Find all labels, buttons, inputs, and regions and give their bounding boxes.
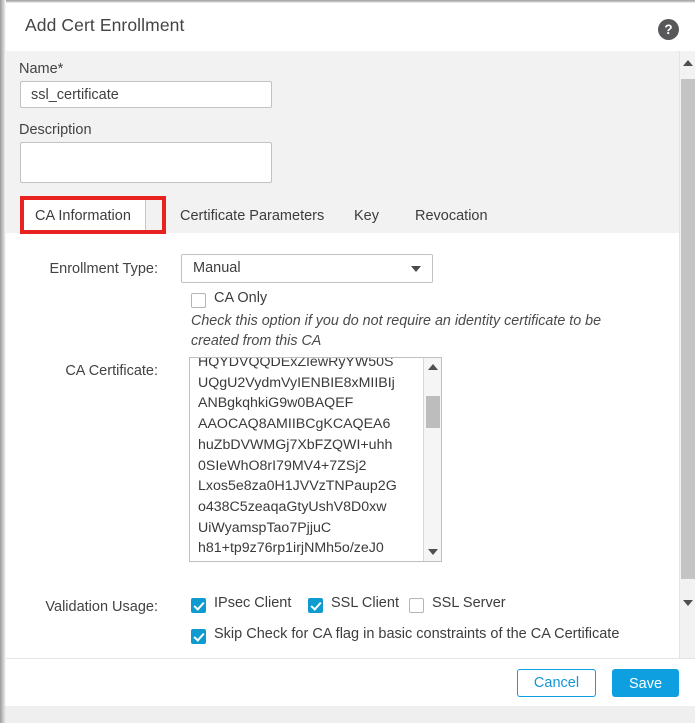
validation-ssl-client-checkbox[interactable] (308, 598, 323, 613)
ca-information-panel: Enrollment Type: Manual CA Only Check th… (6, 233, 679, 658)
save-button[interactable]: Save (612, 669, 679, 697)
ca-certificate-label: CA Certificate: (65, 363, 158, 379)
scroll-down-icon[interactable] (428, 549, 438, 555)
description-input[interactable] (20, 142, 272, 183)
ca-only-hint: Check this option if you do not require … (191, 313, 602, 349)
dialog-scrollbar[interactable] (679, 51, 695, 658)
enrollment-type-label: Enrollment Type: (49, 261, 158, 277)
ca-only-label: CA Only (214, 290, 268, 306)
description-label: Description (19, 122, 92, 138)
validation-ipsec-client-label: IPsec Client (214, 595, 292, 611)
validation-ipsec-client-checkbox[interactable] (191, 598, 206, 613)
page-bottom-left-edge (0, 706, 6, 723)
ca-only-checkbox[interactable] (191, 293, 206, 308)
page-bottom-area (0, 706, 695, 723)
validation-ssl-client-label: SSL Client (331, 595, 399, 611)
ca-certificate-text: HQYDVQQDExZIewRyYW50S UQgU2VydmVyIENBIE8… (198, 357, 397, 557)
chevron-down-icon (411, 266, 421, 272)
scrollbar-thumb[interactable] (426, 396, 440, 428)
skip-ca-flag-check-checkbox[interactable] (191, 629, 206, 644)
enrollment-type-value: Manual (193, 260, 241, 276)
name-label: Name* (19, 61, 64, 77)
tab-key[interactable]: Key (340, 199, 393, 233)
tab-ca-information[interactable]: CA Information (20, 199, 146, 233)
ca-certificate-textarea[interactable]: HQYDVQQDExZIewRyYW50S UQgU2VydmVyIENBIE8… (189, 357, 442, 562)
dialog-body: Name* Description CA Information Certifi… (6, 51, 679, 658)
validation-usage-label: Validation Usage: (45, 599, 158, 615)
tab-certificate-parameters[interactable]: Certificate Parameters (166, 199, 338, 233)
dialog-header: Add Cert Enrollment ? (6, 3, 695, 48)
name-input[interactable] (20, 81, 272, 108)
dialog-title: Add Cert Enrollment (25, 15, 185, 35)
validation-ssl-server-checkbox[interactable] (409, 598, 424, 613)
scroll-up-icon[interactable] (683, 60, 693, 66)
skip-ca-flag-check-label: Skip Check for CA flag in basic constrai… (214, 626, 620, 642)
cancel-button[interactable]: Cancel (517, 669, 596, 697)
tab-strip: CA Information Certificate Parameters Ke… (6, 199, 679, 234)
ca-certificate-scrollbar[interactable] (423, 358, 441, 561)
dialog-footer: Cancel Save (6, 658, 695, 707)
validation-ssl-server-label: SSL Server (432, 595, 506, 611)
help-icon[interactable]: ? (658, 19, 679, 40)
scrollbar-thumb[interactable] (681, 79, 695, 579)
tab-revocation[interactable]: Revocation (401, 199, 502, 233)
enrollment-type-select[interactable]: Manual (181, 254, 433, 283)
add-cert-enrollment-dialog: Add Cert Enrollment ? Name* Description … (0, 0, 695, 723)
scroll-down-icon[interactable] (683, 600, 693, 606)
scroll-up-icon[interactable] (428, 364, 438, 370)
